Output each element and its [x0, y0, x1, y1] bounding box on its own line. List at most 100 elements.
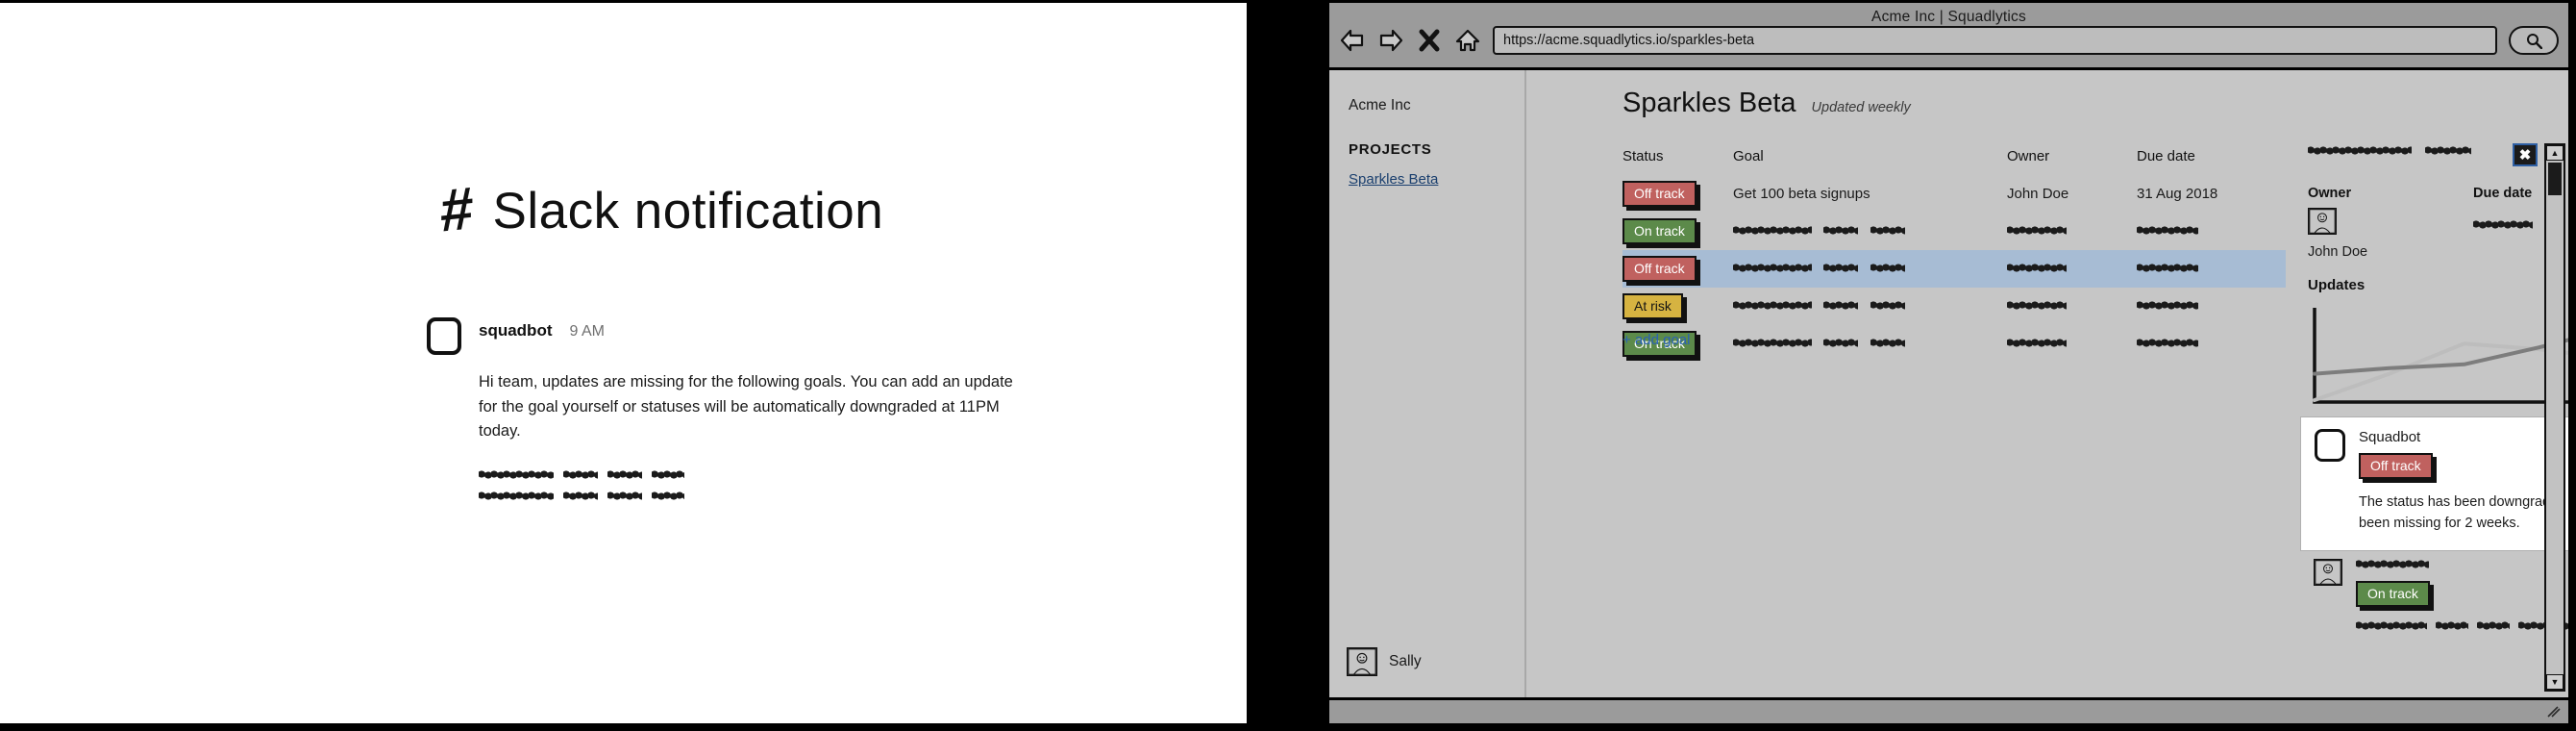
status-cell: On track: [1622, 217, 1733, 245]
scribble: [1870, 224, 1905, 236]
app-sidebar: Acme Inc PROJECTS Sparkles Beta Sally: [1329, 70, 1526, 697]
scroll-up-icon[interactable]: ▲: [2546, 145, 2564, 161]
table-row[interactable]: On track: [1622, 213, 2286, 250]
slack-channel-header: # Slack notification: [440, 175, 884, 245]
slack-message: squadbot 9 AM Hi team, updates are missi…: [427, 315, 1042, 512]
vertical-scrollbar[interactable]: ▲ ▼: [2544, 143, 2565, 692]
stop-icon[interactable]: [1416, 28, 1443, 53]
browser-window: Acme Inc | Squadlytics https://acme.squa…: [1326, 0, 2571, 726]
scribble: [563, 490, 598, 501]
column-header-status: Status: [1622, 148, 1664, 164]
goal-cell: [1733, 261, 2007, 278]
status-badge[interactable]: At risk: [1622, 292, 1683, 320]
scribble: [2137, 337, 2198, 348]
search-box[interactable]: [2509, 26, 2559, 55]
scroll-down-icon[interactable]: ▼: [2546, 674, 2564, 690]
status-cell: Off track: [1622, 180, 1733, 208]
status-badge[interactable]: Off track: [1622, 180, 1697, 208]
browser-toolbar: https://acme.squadlytics.io/sparkles-bet…: [1339, 26, 2559, 55]
update-card[interactable]: Squadbot Today Off track - The status ha…: [2300, 416, 2568, 551]
goals-table: Status Goal Owner Due date Off track Get…: [1622, 138, 2286, 363]
scribble: [1823, 224, 1859, 236]
owner-cell: [2007, 223, 2137, 240]
update-status-row: Off track -: [2359, 453, 2568, 480]
redacted-line: [479, 468, 1042, 480]
table-row[interactable]: At risk: [1622, 288, 2286, 325]
scribble: [2436, 620, 2468, 632]
scribble: [652, 468, 684, 480]
add-goal-button[interactable]: + add goal: [1622, 332, 1690, 348]
detail-meta-row: Owner John Doe Due date: [2308, 186, 2568, 260]
scribble: [563, 468, 598, 480]
owner-cell: John Doe: [2007, 186, 2069, 202]
scribble: [2425, 145, 2471, 158]
due-date-cell: 31 Aug 2018: [2137, 186, 2218, 202]
scribble: [1733, 337, 1812, 348]
update-entry-row: 2 weeks ago On track: [2314, 557, 2568, 632]
owner-cell: [2007, 261, 2137, 278]
slack-message-meta: squadbot 9 AM: [479, 315, 605, 340]
update-card-row: Squadbot Today Off track - The status ha…: [2315, 429, 2568, 535]
meta-label: Owner: [2308, 186, 2352, 201]
meta-value: John Doe: [2308, 244, 2368, 260]
home-icon[interactable]: [1454, 28, 1481, 53]
meta-owner: Owner John Doe: [2308, 186, 2473, 260]
scribble: [607, 490, 642, 501]
forward-icon[interactable]: [1377, 28, 1404, 53]
avatar: [2315, 429, 2345, 462]
screenshot-stage: # Slack notification squadbot 9 AM Hi te…: [0, 0, 2576, 731]
scribble: [652, 490, 684, 501]
redacted-goal-list: [479, 468, 1042, 501]
slack-message-header: squadbot 9 AM: [427, 315, 1042, 355]
updates-chart: [2308, 304, 2568, 408]
sidebar-user[interactable]: Sally: [1347, 647, 1422, 676]
scribble: [2356, 559, 2429, 569]
column-header-due-date: Due date: [2137, 148, 2195, 164]
scribble: [2137, 299, 2198, 311]
status-badge[interactable]: Off track: [2359, 453, 2433, 480]
table-row[interactable]: Off track: [1622, 250, 2286, 288]
owner-cell: [2007, 336, 2137, 353]
sidebar-section-label: PROJECTS: [1349, 141, 1432, 158]
search-icon: [2526, 33, 2542, 49]
url-text: https://acme.squadlytics.io/sparkles-bet…: [1503, 33, 1755, 48]
goal-cell: Get 100 beta signups: [1733, 186, 1870, 202]
back-icon[interactable]: [1339, 28, 1366, 53]
due-date-cell: [2137, 336, 2281, 353]
status-badge[interactable]: On track: [1622, 217, 1697, 245]
sidebar-item-sparkles-beta[interactable]: Sparkles Beta: [1349, 171, 1438, 188]
updates-header: Updates + add update: [2308, 277, 2568, 293]
message-timestamp: 9 AM: [569, 323, 605, 340]
update-entry-body: 2 weeks ago On track: [2356, 557, 2568, 632]
browser-chrome: Acme Inc | Squadlytics https://acme.squa…: [1329, 3, 2568, 70]
scribble: [2007, 262, 2067, 273]
message-body: Hi team, updates are missing for the fol…: [479, 373, 1013, 441]
update-card-top: Squadbot Today: [2359, 429, 2568, 445]
update-entry-top: 2 weeks ago: [2356, 557, 2568, 573]
slack-channel-title: Slack notification: [492, 182, 884, 239]
status-badge[interactable]: Off track: [1622, 255, 1697, 283]
scribble: [1823, 299, 1859, 311]
due-date-cell: [2137, 261, 2281, 278]
status-badge[interactable]: On track: [2356, 581, 2430, 608]
update-entry-text-redacted: [2356, 620, 2568, 632]
page-subtitle: Updated weekly: [1811, 100, 1911, 115]
due-date-cell: [2137, 298, 2281, 315]
close-icon[interactable]: ✖: [2513, 143, 2538, 166]
update-entry[interactable]: 2 weeks ago On track: [2300, 551, 2568, 637]
table-row[interactable]: On track: [1622, 325, 2286, 363]
goal-detail-pane: ✖ Owner John Doe Due date Updates Squadb…: [2300, 70, 2568, 697]
avatar: [2314, 559, 2342, 586]
scribble: [2356, 620, 2427, 632]
scrollbar-thumb[interactable]: [2548, 163, 2562, 195]
scribble: [2007, 337, 2067, 348]
table-row[interactable]: Off track Get 100 beta signups John Doe …: [1622, 175, 2286, 213]
owner-cell: [2007, 298, 2137, 315]
hash-icon: #: [440, 175, 472, 245]
scribble: [607, 468, 642, 480]
address-bar[interactable]: https://acme.squadlytics.io/sparkles-bet…: [1493, 26, 2497, 55]
updates-title: Updates: [2308, 277, 2365, 293]
line-chart: [2313, 308, 2568, 404]
update-card-body: Squadbot Today Off track - The status ha…: [2359, 429, 2568, 535]
resize-grip-icon[interactable]: [2546, 705, 2562, 718]
